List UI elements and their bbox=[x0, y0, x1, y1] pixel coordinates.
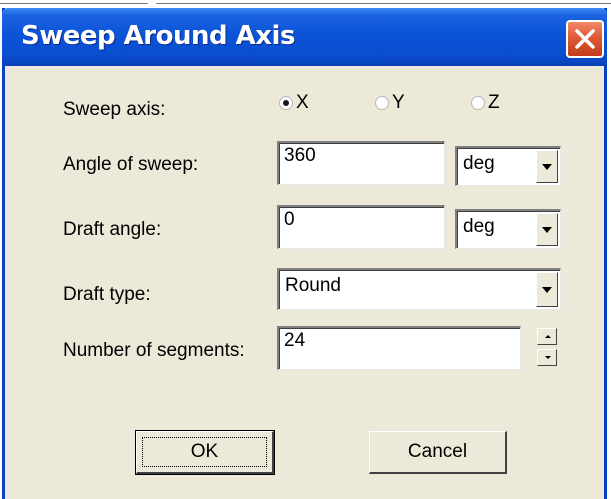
radio-x-button[interactable] bbox=[279, 96, 293, 110]
sweep-dialog: Sweep Around Axis Sweep axis: X Y Z Angl… bbox=[2, 8, 607, 499]
draft-angle-unit-value: deg bbox=[463, 216, 495, 237]
chevron-down-icon[interactable] bbox=[536, 272, 558, 307]
radio-x-label: X bbox=[296, 92, 309, 113]
close-button[interactable] bbox=[566, 20, 604, 58]
angle-of-sweep-input[interactable]: 360 bbox=[277, 141, 445, 185]
chevron-down-icon[interactable] bbox=[536, 213, 558, 246]
segments-input[interactable]: 24 bbox=[277, 326, 521, 370]
spin-up-icon[interactable] bbox=[537, 328, 557, 345]
radio-z-label: Z bbox=[488, 92, 500, 113]
chevron-down-icon[interactable] bbox=[536, 150, 558, 183]
draft-type-value: Round bbox=[285, 275, 341, 296]
angle-of-sweep-label: Angle of sweep: bbox=[63, 154, 199, 175]
radio-z-button[interactable] bbox=[471, 96, 485, 110]
draft-angle-unit-select[interactable]: deg bbox=[455, 209, 561, 249]
background-top-strip bbox=[0, 0, 611, 8]
ok-button[interactable]: OK bbox=[135, 430, 275, 475]
segments-label: Number of segments: bbox=[63, 340, 245, 361]
angle-unit-select[interactable]: deg bbox=[455, 146, 561, 186]
cancel-button[interactable]: Cancel bbox=[369, 431, 507, 474]
draft-angle-label: Draft angle: bbox=[63, 219, 162, 240]
radio-y-button[interactable] bbox=[375, 96, 389, 110]
angle-unit-value: deg bbox=[463, 153, 495, 174]
sweep-axis-label: Sweep axis: bbox=[63, 99, 166, 120]
draft-angle-input[interactable]: 0 bbox=[277, 205, 445, 249]
background-rule-right bbox=[156, 3, 611, 4]
dialog-title: Sweep Around Axis bbox=[21, 21, 295, 51]
radio-y-label: Y bbox=[392, 92, 405, 113]
close-icon bbox=[575, 29, 595, 49]
draft-type-label: Draft type: bbox=[63, 284, 151, 305]
draft-type-select[interactable]: Round bbox=[277, 268, 561, 310]
spin-down-icon[interactable] bbox=[537, 349, 557, 366]
background-rule-left bbox=[0, 3, 148, 4]
title-bar[interactable]: Sweep Around Axis bbox=[2, 8, 607, 66]
